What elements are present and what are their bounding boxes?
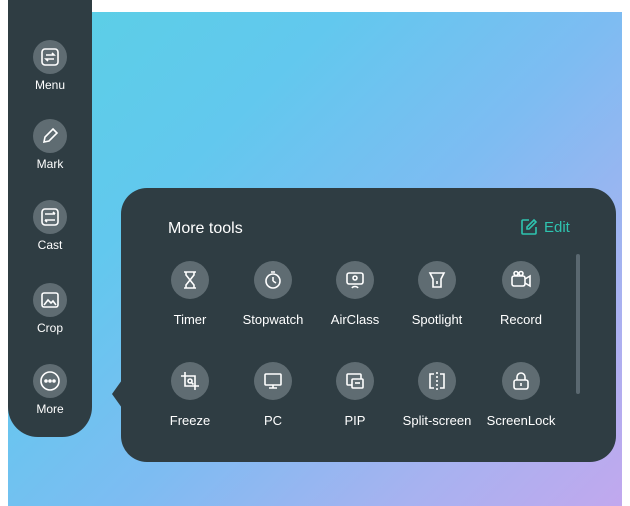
split-screen-icon <box>418 362 456 400</box>
freeze-icon <box>171 362 209 400</box>
tool-pc[interactable]: PC <box>228 362 318 428</box>
hourglass-icon <box>171 261 209 299</box>
tool-split-screen[interactable]: Split-screen <box>392 362 482 428</box>
tool-spotlight[interactable]: Spotlight <box>392 261 482 327</box>
sidebar-label-more: More <box>36 402 64 416</box>
sidebar-label-menu: Menu <box>34 78 66 92</box>
tool-label-freeze: Freeze <box>169 413 211 428</box>
sidebar: Menu Mark Cast Crop More <box>8 0 92 437</box>
tool-label-timer: Timer <box>173 312 207 327</box>
sidebar-item-more[interactable]: More <box>8 364 92 416</box>
tool-stopwatch[interactable]: Stopwatch <box>228 261 318 327</box>
tool-label-split-screen: Split-screen <box>402 413 472 428</box>
sidebar-label-mark: Mark <box>36 157 64 171</box>
tool-airclass[interactable]: AirClass <box>310 261 400 327</box>
tool-label-airclass: AirClass <box>330 312 380 327</box>
panel-title: More tools <box>168 220 243 237</box>
tool-label-stopwatch: Stopwatch <box>242 312 304 327</box>
edit-icon <box>520 218 538 236</box>
more-tools-panel: More tools Edit Timer Stopwatch AirClass… <box>121 188 616 462</box>
tool-label-screenlock: ScreenLock <box>486 413 556 428</box>
scrollbar[interactable] <box>576 254 580 394</box>
video-camera-icon <box>502 261 540 299</box>
edit-label: Edit <box>544 218 570 236</box>
tool-screenlock[interactable]: ScreenLock <box>476 362 566 428</box>
tool-label-pip: PIP <box>344 413 366 428</box>
sidebar-label-crop: Crop <box>36 321 63 335</box>
tool-record[interactable]: Record <box>476 261 566 327</box>
sidebar-item-crop[interactable]: Crop <box>8 283 92 335</box>
sidebar-item-cast[interactable]: Cast <box>8 200 92 252</box>
stopwatch-icon <box>254 261 292 299</box>
tool-label-record: Record <box>500 312 542 327</box>
sidebar-label-cast: Cast <box>37 238 63 252</box>
more-icon <box>33 364 67 398</box>
tool-timer[interactable]: Timer <box>145 261 235 327</box>
tool-label-pc: PC <box>263 413 283 428</box>
crop-icon <box>33 283 67 317</box>
edit-button[interactable]: Edit <box>520 218 570 236</box>
pip-icon <box>336 362 374 400</box>
menu-icon <box>33 40 67 74</box>
cast-icon <box>33 200 67 234</box>
spotlight-icon <box>418 261 456 299</box>
tool-label-spotlight: Spotlight <box>411 312 463 327</box>
lock-icon <box>502 362 540 400</box>
airclass-icon <box>336 261 374 299</box>
pen-icon <box>33 119 67 153</box>
tool-pip[interactable]: PIP <box>310 362 400 428</box>
sidebar-item-mark[interactable]: Mark <box>8 119 92 171</box>
tool-freeze[interactable]: Freeze <box>145 362 235 428</box>
sidebar-item-menu[interactable]: Menu <box>8 40 92 92</box>
monitor-icon <box>254 362 292 400</box>
